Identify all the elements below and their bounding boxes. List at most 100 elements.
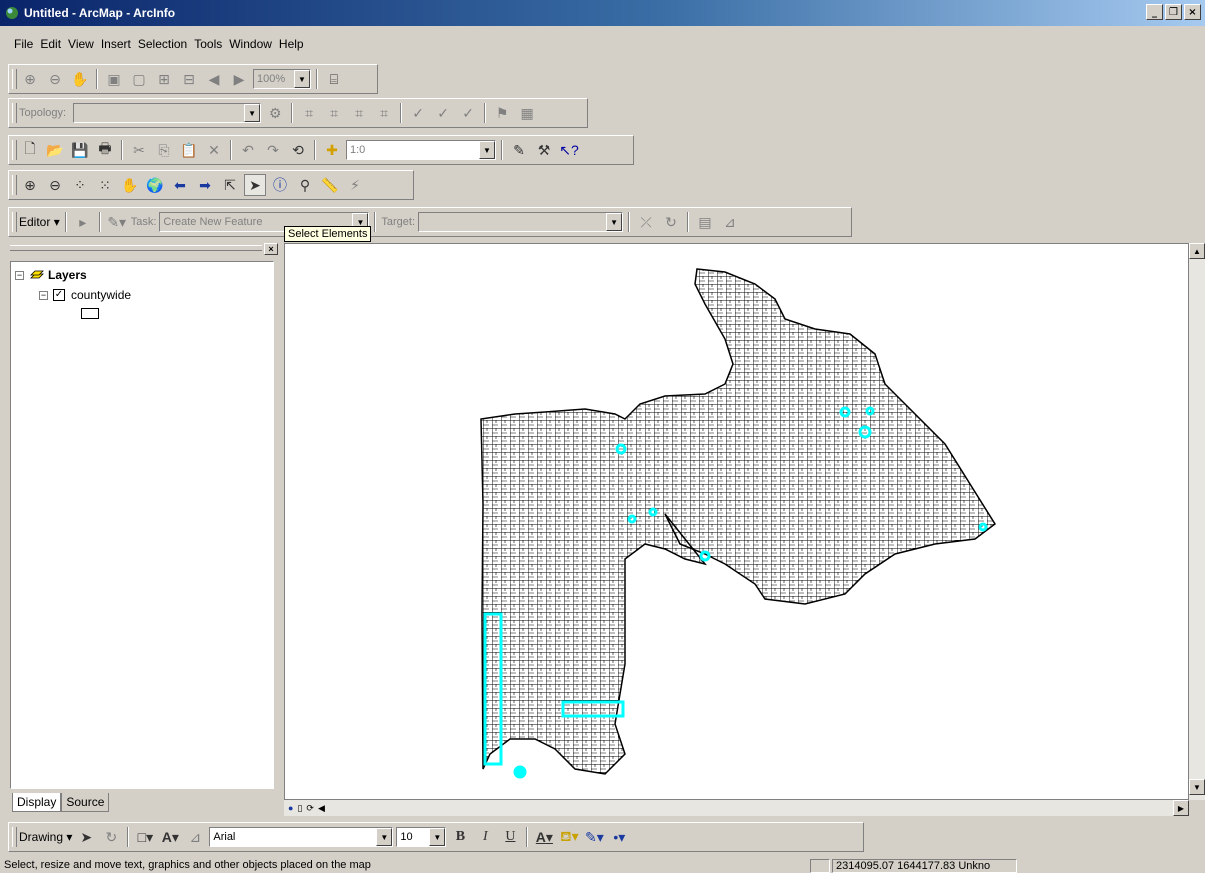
map-horizontal-scrollbar[interactable]: ● ▯ ⟳ ◀ ▶ <box>284 800 1189 816</box>
restore-button[interactable]: ❒ <box>1165 4 1182 20</box>
sketch-properties-icon[interactable]: ⊿ <box>719 211 741 233</box>
layer-symbol-swatch[interactable] <box>81 308 99 319</box>
italic-button[interactable]: I <box>474 826 496 848</box>
topology-combo[interactable]: ▼ <box>73 103 262 123</box>
validate-extent-icon[interactable]: ✓ <box>457 102 479 124</box>
menu-window[interactable]: Window <box>229 37 272 57</box>
chevron-down-icon[interactable]: ▼ <box>244 104 261 122</box>
county-parcels-map[interactable] <box>285 244 1190 801</box>
topology-node-icon[interactable]: ⌗ <box>348 102 370 124</box>
layout-view-icon[interactable]: ▯ <box>297 803 302 814</box>
fix-topology-error-icon[interactable]: ⚑ <box>491 102 513 124</box>
pan-layout-icon[interactable]: ✋ <box>69 68 91 90</box>
print-icon[interactable]: 🖶 <box>94 139 116 161</box>
collapse-icon[interactable]: − <box>15 270 24 280</box>
split-tool-icon[interactable]: ⤫ <box>635 211 657 233</box>
zoom-out-icon[interactable]: ⊖ <box>44 174 66 196</box>
topology-shared-icon[interactable]: ⌗ <box>373 102 395 124</box>
edit-tool-icon[interactable]: ▸ <box>72 211 94 233</box>
layout-zoom-combo[interactable]: 100% ▼ <box>253 69 311 89</box>
error-inspector-icon[interactable]: ▦ <box>516 102 538 124</box>
topology-edge-icon[interactable]: ⌗ <box>323 102 345 124</box>
sketch-tool-icon[interactable]: ✎▾ <box>106 211 128 233</box>
font-name-combo[interactable]: Arial ▼ <box>209 827 394 847</box>
collapse-icon[interactable]: − <box>39 290 48 300</box>
hyperlink-icon[interactable]: ⚡ <box>344 174 366 196</box>
scroll-left-icon[interactable]: ◀ <box>318 803 325 814</box>
fixed-zoom-out-icon[interactable]: ⁙ <box>94 174 116 196</box>
rotate-element-icon[interactable]: ↻ <box>100 826 122 848</box>
refresh-view-icon[interactable]: ⟳ <box>306 803 314 814</box>
redo-icon[interactable]: ↷ <box>262 139 284 161</box>
scroll-down-icon[interactable]: ▼ <box>1189 779 1205 795</box>
menu-insert[interactable]: Insert <box>101 37 131 57</box>
back-extent-icon[interactable]: ◀ <box>203 68 225 90</box>
find-binoculars-icon[interactable]: ⚲ <box>294 174 316 196</box>
target-combo[interactable]: ▼ <box>418 212 624 232</box>
bold-button[interactable]: B <box>449 826 471 848</box>
menu-selection[interactable]: Selection <box>138 37 187 57</box>
select-features-icon[interactable]: ⇱ <box>219 174 241 196</box>
data-view-icon[interactable]: ● <box>288 803 293 814</box>
line-color-icon[interactable]: ✎▾ <box>583 826 605 848</box>
menu-edit[interactable]: Edit <box>40 37 61 57</box>
menu-file[interactable]: File <box>14 37 33 57</box>
chevron-down-icon[interactable]: ▼ <box>479 141 495 159</box>
marker-color-icon[interactable]: •▾ <box>608 826 630 848</box>
full-extent-globe-icon[interactable]: 🌍 <box>144 174 166 196</box>
rectangle-tool-icon[interactable]: □▾ <box>134 826 156 848</box>
close-button[interactable]: × <box>1184 4 1201 20</box>
rotate-tool-icon[interactable]: ↻ <box>660 211 682 233</box>
scroll-right-icon[interactable]: ▶ <box>1173 800 1189 816</box>
arctoolbox-icon[interactable]: ⚒ <box>533 139 555 161</box>
chevron-down-icon[interactable]: ▼ <box>606 213 623 231</box>
tab-display[interactable]: Display <box>12 793 62 812</box>
chevron-down-icon[interactable]: ▼ <box>376 828 393 846</box>
open-folder-icon[interactable]: 📂 <box>44 139 66 161</box>
toc-header[interactable]: × <box>8 241 282 257</box>
identify-info-icon[interactable]: ⓘ <box>269 174 291 196</box>
new-document-icon[interactable]: 🗋 <box>19 139 41 161</box>
forward-extent-icon[interactable]: ▶ <box>228 68 250 90</box>
undo-icon[interactable]: ↶ <box>237 139 259 161</box>
layer-countywide[interactable]: − ✓ countywide <box>39 288 131 302</box>
chevron-down-icon[interactable]: ▼ <box>429 828 446 846</box>
minimize-button[interactable]: _ <box>1146 4 1163 20</box>
previous-extent-arrow-icon[interactable]: ⬅ <box>169 174 191 196</box>
add-data-icon[interactable]: ✚ <box>321 139 343 161</box>
edit-vertices-icon[interactable]: ⊿ <box>184 826 206 848</box>
font-color-icon[interactable]: A ▾ <box>533 826 555 848</box>
scroll-up-icon[interactable]: ▲ <box>1189 243 1205 259</box>
menu-tools[interactable]: Tools <box>194 37 222 57</box>
attributes-icon[interactable]: ▤ <box>694 211 716 233</box>
map-scale-combo[interactable]: 1:0 ▼ <box>346 140 496 160</box>
zoom-in-icon[interactable]: ⊕ <box>19 174 41 196</box>
whats-this-help-icon[interactable]: ↖? <box>558 139 580 161</box>
select-elements-arrow-icon[interactable]: ➤ <box>244 174 266 196</box>
zoom-in-layout-icon[interactable]: ⊕ <box>19 68 41 90</box>
map-vertical-scrollbar[interactable]: ▲ ▼ <box>1189 243 1205 800</box>
menu-help[interactable]: Help <box>279 37 304 57</box>
validate-topology-icon[interactable]: ✓ <box>407 102 429 124</box>
toggle-draft-mode-icon[interactable]: ⌸ <box>323 68 345 90</box>
editor-toolbar-icon[interactable]: ✎ <box>508 139 530 161</box>
map-topology-icon[interactable]: ⌗ <box>298 102 320 124</box>
text-tool-icon[interactable]: A▾ <box>159 826 181 848</box>
chevron-down-icon[interactable]: ▼ <box>294 70 310 88</box>
topology-edit-icon[interactable]: ⚙ <box>264 102 286 124</box>
zoom-whole-page-icon[interactable]: ▣ <box>103 68 125 90</box>
fixed-zoom-in-icon[interactable]: ⊞ <box>153 68 175 90</box>
fill-color-icon[interactable]: ⛾▾ <box>558 826 580 848</box>
paste-icon[interactable]: 📋 <box>178 139 200 161</box>
delete-icon[interactable]: ✕ <box>203 139 225 161</box>
drawing-menu[interactable]: Drawing ▾ <box>19 830 72 844</box>
fixed-zoom-in-icon[interactable]: ⁘ <box>69 174 91 196</box>
map-display[interactable] <box>284 243 1189 800</box>
underline-button[interactable]: U <box>499 826 521 848</box>
copy-icon[interactable]: ⎘ <box>153 139 175 161</box>
fixed-zoom-out-icon[interactable]: ⊟ <box>178 68 200 90</box>
layers-node[interactable]: − Layers <box>15 268 87 282</box>
redo-history-icon[interactable]: ⟲ <box>287 139 309 161</box>
select-elements-icon[interactable]: ➤ <box>75 826 97 848</box>
toc-close-icon[interactable]: × <box>264 243 278 255</box>
